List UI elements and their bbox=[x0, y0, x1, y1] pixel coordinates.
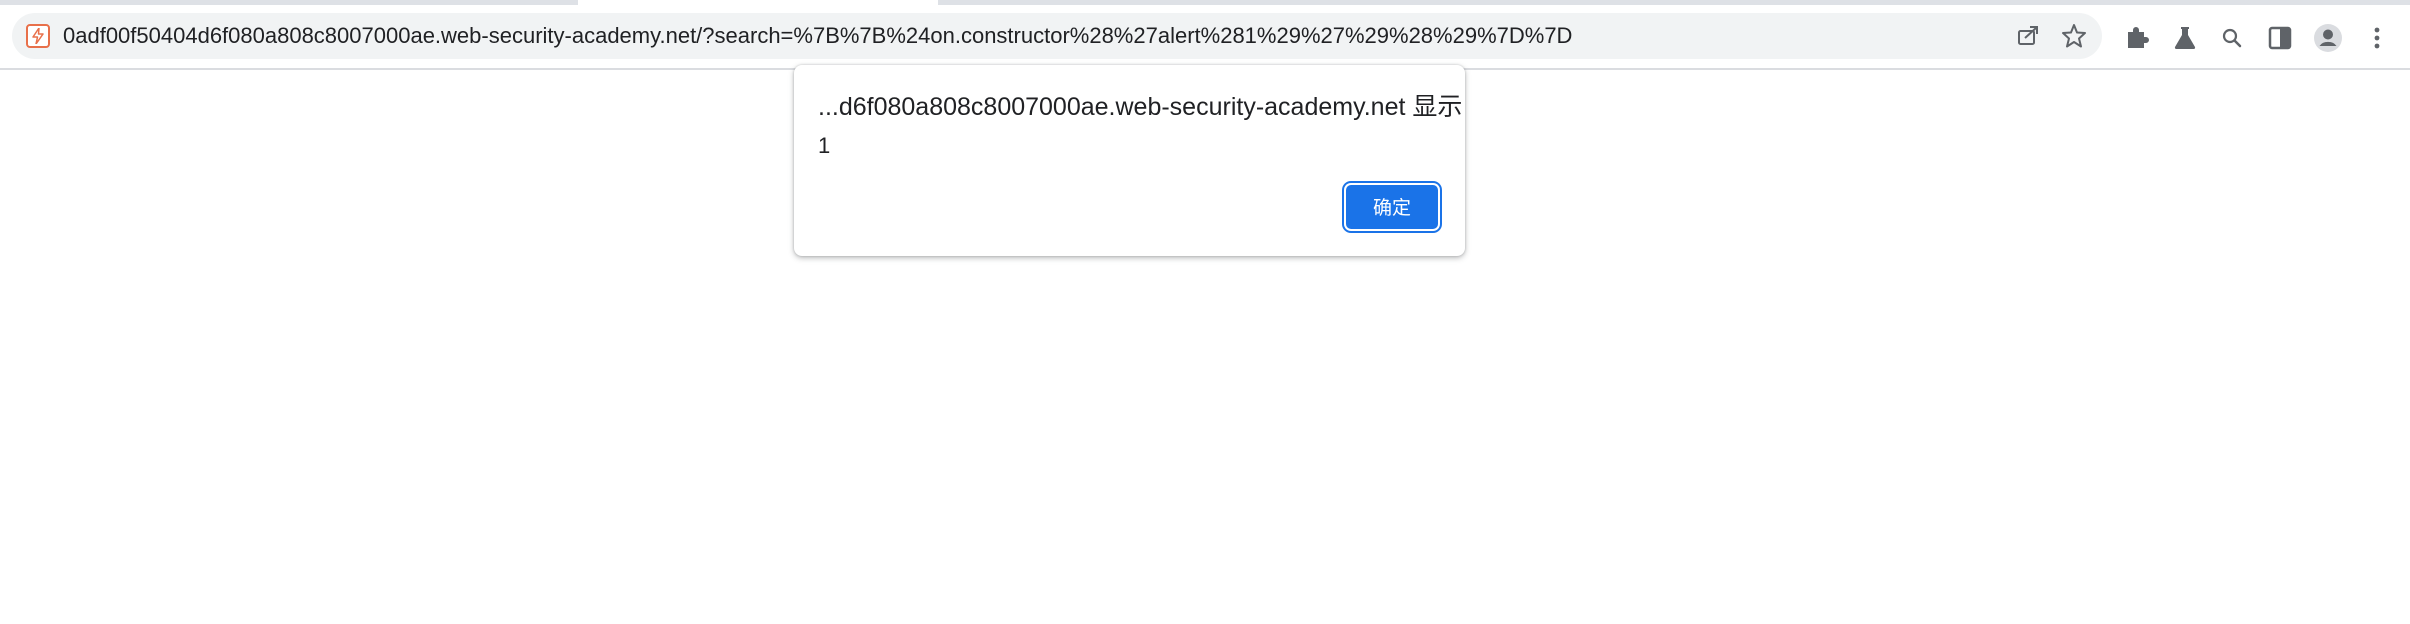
profile-avatar-icon[interactable] bbox=[2313, 23, 2343, 53]
browser-toolbar: 0adf00f50404d6f080a808c8007000ae.web-sec… bbox=[0, 5, 2410, 70]
dialog-message: 1 bbox=[818, 133, 831, 158]
search-icon[interactable] bbox=[2217, 23, 2247, 53]
url-text[interactable]: 0adf00f50404d6f080a808c8007000ae.web-sec… bbox=[63, 13, 1572, 59]
kebab-menu-icon[interactable] bbox=[2362, 23, 2392, 53]
side-panel-icon[interactable] bbox=[2265, 23, 2295, 53]
address-bar[interactable]: 0adf00f50404d6f080a808c8007000ae.web-sec… bbox=[12, 13, 2102, 59]
star-icon[interactable] bbox=[2060, 22, 2088, 50]
ok-button[interactable]: 确定 bbox=[1346, 185, 1438, 229]
share-icon[interactable] bbox=[2014, 22, 2042, 50]
puzzle-icon[interactable] bbox=[2122, 23, 2152, 53]
alert-dialog: ...d6f080a808c8007000ae.web-security-aca… bbox=[794, 65, 1465, 256]
browser-window: 0adf00f50404d6f080a808c8007000ae.web-sec… bbox=[0, 0, 2410, 624]
flask-icon[interactable] bbox=[2170, 23, 2200, 53]
lightning-bolt-icon[interactable] bbox=[26, 24, 50, 48]
dialog-title: ...d6f080a808c8007000ae.web-security-aca… bbox=[818, 93, 1463, 121]
